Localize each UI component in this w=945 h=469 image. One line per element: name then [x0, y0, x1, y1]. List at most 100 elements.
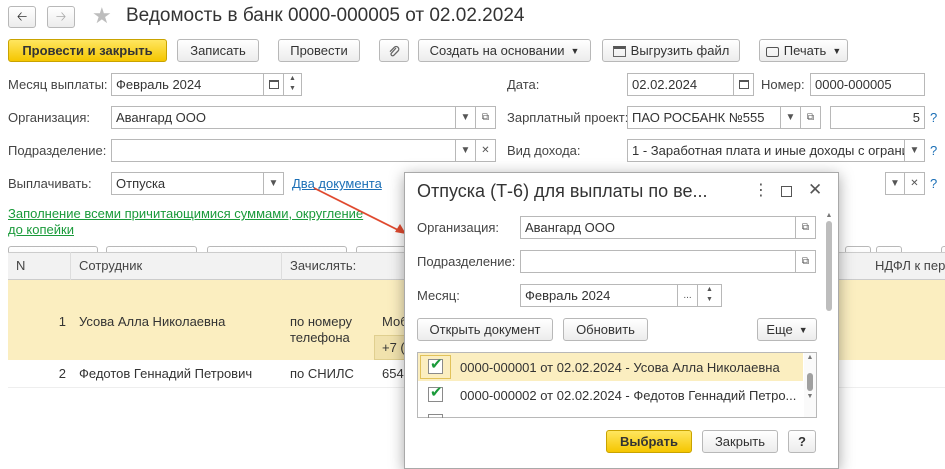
close-icon: ✕ — [910, 178, 919, 189]
printer-icon — [765, 46, 779, 57]
row-credit: по СНИЛС — [290, 366, 354, 381]
dialog-menu-icon[interactable]: ⋮ — [753, 180, 769, 200]
calendar-button[interactable] — [264, 73, 284, 96]
month-label: Месяц выплаты: — [8, 77, 108, 92]
back-button[interactable]: 🡠 — [8, 6, 36, 28]
pay-dropdown[interactable]: ▼ — [264, 172, 284, 195]
department-label: Подразделение: — [8, 143, 107, 158]
open-document-button[interactable]: Открыть документ — [417, 318, 553, 341]
income-type-dropdown[interactable]: ▼ — [905, 139, 925, 162]
open-link-icon: ⧉ — [801, 222, 810, 233]
calendar-icon — [268, 80, 279, 89]
save-button[interactable]: Записать — [177, 39, 259, 62]
organization-field[interactable]: Авангард ООО — [111, 106, 456, 129]
dialog-dept-field[interactable] — [520, 250, 796, 273]
post-button[interactable]: Провести — [278, 39, 360, 62]
list-item-checkbox[interactable]: ✔ — [428, 356, 443, 374]
date-label: Дата: — [507, 77, 540, 92]
department-field[interactable] — [111, 139, 456, 162]
department-clear[interactable]: ✕ — [476, 139, 496, 162]
month-stepper[interactable]: ▲ ▼ — [284, 73, 302, 96]
arrow-left-icon: 🡠 — [16, 9, 28, 24]
number-field[interactable]: 0000-000005 — [810, 73, 925, 96]
attachment-button[interactable] — [379, 39, 409, 62]
pay-field[interactable]: Отпуска — [111, 172, 264, 195]
row4-help[interactable]: ? — [930, 172, 937, 195]
dialog-org-label: Организация: — [417, 220, 500, 235]
col-ndfl[interactable]: НДФЛ к пер — [867, 252, 945, 280]
print-button[interactable]: Печать ▼ — [759, 39, 848, 62]
dialog-org-open[interactable]: ⧉ — [796, 216, 816, 239]
row-n: 1 — [58, 314, 66, 329]
dialog-month-select[interactable]: ... — [678, 284, 698, 307]
dialog-title: Отпуска (Т-6) для выплаты по ве... — [417, 181, 708, 201]
salary-project-field[interactable]: ПАО РОСБАНК №555 — [627, 106, 781, 129]
salary-project-dropdown[interactable]: ▼ — [781, 106, 801, 129]
row-employee: Федотов Геннадий Петрович — [79, 366, 253, 381]
dropdown-caret-icon: ▼ — [832, 46, 842, 57]
paperclip-icon — [389, 45, 400, 56]
row4-right-clear[interactable]: ✕ — [905, 172, 925, 195]
upload-icon — [612, 46, 626, 58]
help-button[interactable]: ? — [788, 430, 816, 453]
col-employee[interactable]: Сотрудник — [71, 252, 282, 280]
salary-project-label: Зарплатный проект: — [507, 110, 629, 125]
pay-label: Выплачивать: — [8, 176, 92, 191]
scroll-thumb[interactable] — [826, 221, 832, 311]
dialog-month-stepper[interactable]: ▲ ▼ — [698, 284, 722, 307]
close-button[interactable]: Закрыть — [702, 430, 778, 453]
month-field[interactable]: Февраль 2024 — [111, 73, 264, 96]
dialog-scrollbar[interactable]: ▲ — [824, 212, 834, 415]
dropdown-caret-icon: ▼ — [798, 325, 808, 336]
scroll-down-icon: ▼ — [806, 393, 814, 400]
dialog-dept-open[interactable]: ⧉ — [796, 250, 816, 273]
row-credit: по номеру телефона — [290, 314, 353, 345]
dialog-month-field[interactable]: Февраль 2024 — [520, 284, 678, 307]
choose-button[interactable]: Выбрать — [606, 430, 692, 453]
dialog-close-icon[interactable]: ✕ — [808, 180, 822, 200]
organization-label: Организация: — [8, 110, 91, 125]
post-and-close-button[interactable]: Провести и закрыть — [8, 39, 167, 62]
list-item-checkbox[interactable]: ✔ — [428, 384, 443, 402]
arrow-right-icon: 🡢 — [55, 9, 67, 24]
favorite-star-icon[interactable]: ★ — [92, 3, 112, 29]
upload-file-button[interactable]: Выгрузить файл — [602, 39, 740, 62]
salary-project-number[interactable]: 5 — [830, 106, 925, 129]
checkmark-icon: ✔ — [430, 356, 443, 373]
more-button[interactable]: Еще ▼ — [757, 318, 817, 341]
dialog-org-field[interactable]: Авангард ООО — [520, 216, 796, 239]
income-type-label: Вид дохода: — [507, 143, 581, 158]
calendar-icon — [738, 80, 749, 89]
col-n[interactable]: N — [8, 252, 71, 280]
organization-open[interactable]: ⧉ — [476, 106, 496, 129]
income-type-help[interactable]: ? — [930, 139, 937, 162]
checkmark-icon: ✔ — [430, 384, 443, 401]
salary-project-help[interactable]: ? — [930, 106, 937, 129]
number-label: Номер: — [761, 77, 805, 92]
organization-dropdown[interactable]: ▼ — [456, 106, 476, 129]
open-link-icon: ⧉ — [801, 256, 810, 267]
income-type-field[interactable]: 1 - Заработная плата и иные доходы с огр… — [627, 139, 905, 162]
scroll-thumb[interactable] — [807, 373, 813, 391]
refresh-button[interactable]: Обновить — [563, 318, 648, 341]
annotation-arrow — [313, 187, 406, 234]
row4-right-dropdown[interactable]: ▼ — [885, 172, 905, 195]
scroll-up-icon: ▲ — [806, 354, 814, 361]
window-title: Ведомость в банк 0000-000005 от 02.02.20… — [126, 5, 525, 26]
list-item-partial-checkbox — [428, 414, 443, 418]
date-field[interactable]: 02.02.2024 — [627, 73, 734, 96]
close-icon: ✕ — [481, 145, 490, 156]
list-item-text: 0000-000001 от 02.02.2024 - Усова Алла Н… — [460, 360, 780, 375]
dialog-dept-label: Подразделение: — [417, 254, 516, 269]
open-link-icon: ⧉ — [806, 112, 815, 123]
list-scrollbar[interactable]: ▲ ▼ — [804, 353, 816, 417]
row-n: 2 — [58, 366, 66, 381]
dialog-month-label: Месяц: — [417, 288, 460, 303]
create-based-on-button[interactable]: Создать на основании ▼ — [418, 39, 591, 62]
department-dropdown[interactable]: ▼ — [456, 139, 476, 162]
salary-project-open[interactable]: ⧉ — [801, 106, 821, 129]
open-link-icon: ⧉ — [481, 112, 490, 123]
forward-button[interactable]: 🡢 — [47, 6, 75, 28]
dialog-maximize-icon[interactable] — [781, 186, 792, 197]
date-calendar-button[interactable] — [734, 73, 754, 96]
